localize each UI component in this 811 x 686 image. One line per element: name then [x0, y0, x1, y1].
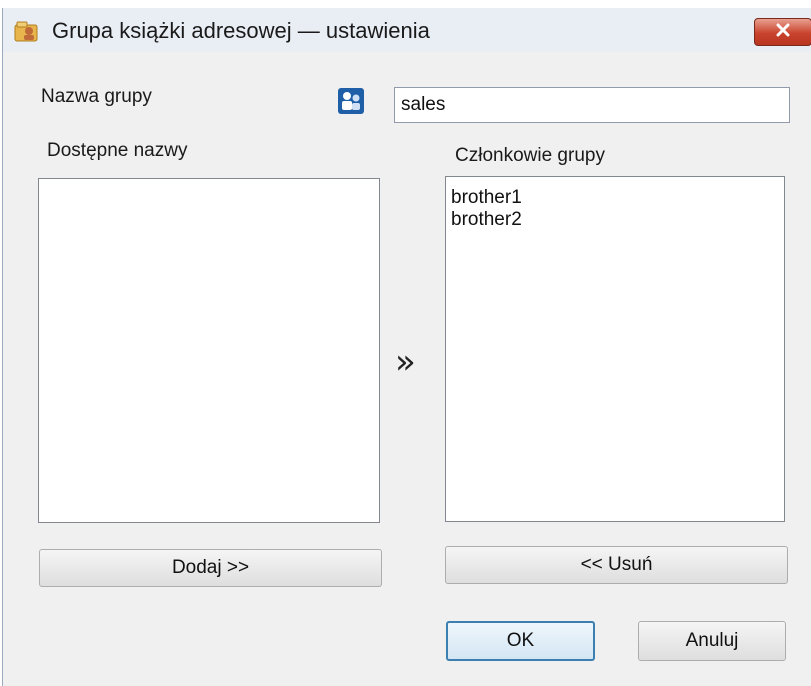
list-item[interactable]: brother2: [446, 209, 784, 231]
close-button[interactable]: [754, 18, 811, 46]
ok-button[interactable]: OK: [446, 621, 595, 661]
dialog-window: Grupa książki adresowej — ustawienia Naz…: [2, 8, 811, 686]
group-name-label: Nazwa grupy: [41, 86, 152, 107]
available-names-label: Dostępne nazwy: [47, 140, 188, 161]
cancel-button[interactable]: Anuluj: [638, 621, 786, 661]
list-item[interactable]: brother1: [446, 187, 784, 209]
remove-button[interactable]: << Usuń: [445, 546, 788, 584]
available-names-list[interactable]: [38, 178, 380, 523]
add-button[interactable]: Dodaj >>: [39, 549, 382, 587]
close-icon: [775, 23, 791, 42]
group-members-list[interactable]: brother1 brother2: [445, 176, 785, 522]
group-name-input[interactable]: [394, 87, 790, 123]
group-icon: [338, 88, 364, 114]
group-members-label: Członkowie grupy: [455, 145, 605, 166]
title-bar[interactable]: Grupa książki adresowej — ustawienia: [3, 8, 811, 52]
address-book-icon: [13, 19, 41, 43]
window-title: Grupa książki adresowej — ustawienia: [52, 18, 430, 43]
double-right-arrow-icon: »: [395, 342, 416, 382]
